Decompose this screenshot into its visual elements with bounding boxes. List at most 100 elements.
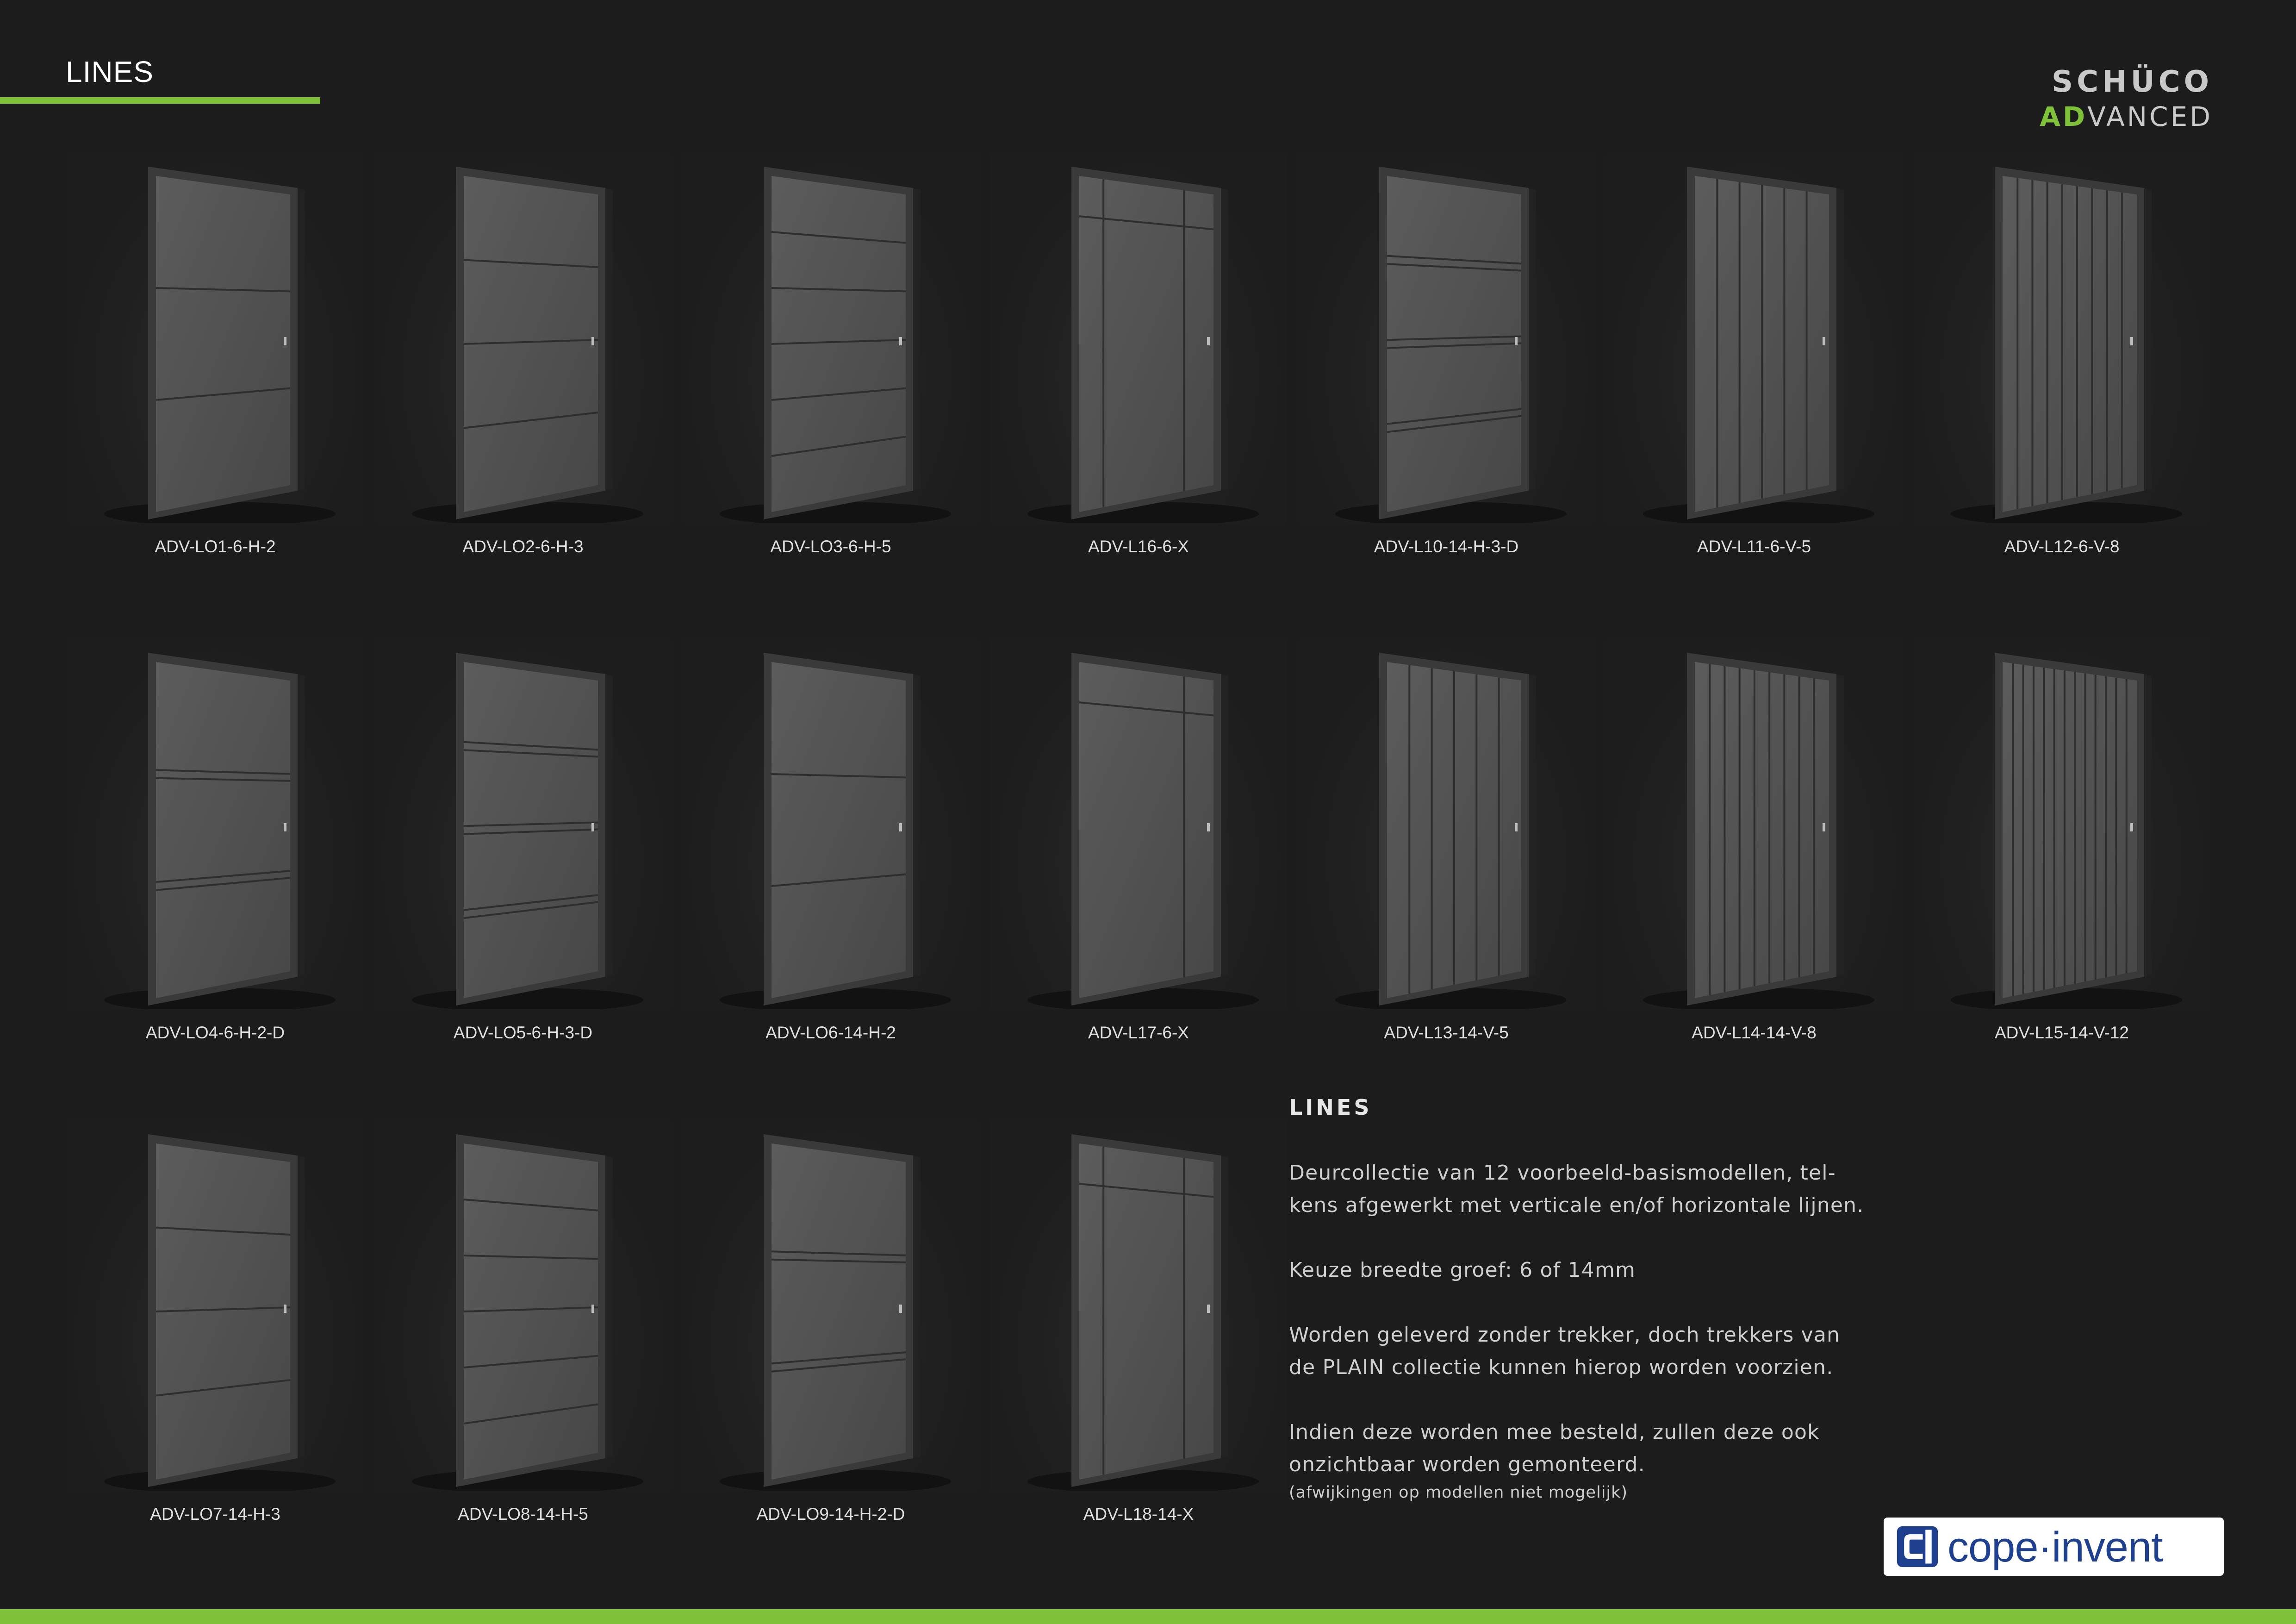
door-illustration xyxy=(1335,653,1567,1009)
door-image xyxy=(990,153,1287,523)
door-frame-side xyxy=(913,674,921,977)
door-handle-icon xyxy=(899,337,902,345)
cope-invent-logo: cope·invent xyxy=(1884,1518,2224,1576)
door-model-label: ADV-LO3-6-H-5 xyxy=(770,537,891,556)
door-illustration xyxy=(720,653,951,1009)
door-illustration xyxy=(104,167,336,523)
brand-subname: ADVANCED xyxy=(2040,101,2213,132)
door-image xyxy=(683,153,979,523)
door-model-card: ADV-LO7-14-H-3 xyxy=(67,1120,363,1551)
door-handle-icon xyxy=(2130,823,2133,831)
door-handle-icon xyxy=(284,337,286,345)
door-model-card: ADV-LO1-6-H-2 xyxy=(67,153,363,583)
door-handle-icon xyxy=(1823,337,1825,345)
door-model-card: ADV-LO8-14-H-5 xyxy=(375,1120,671,1551)
door-model-card: ADV-L10-14-H-3-D xyxy=(1298,153,1594,583)
info-line: Worden geleverd zonder trekker, doch tre… xyxy=(1289,1323,1841,1347)
door-illustration xyxy=(412,1134,643,1491)
door-model-label: ADV-L15-14-V-12 xyxy=(1994,1023,2129,1042)
door-frame-side xyxy=(298,674,305,977)
door-model-label: ADV-L10-14-H-3-D xyxy=(1374,537,1519,556)
door-model-card: ADV-L14-14-V-8 xyxy=(1606,639,1902,1069)
door-handle-icon xyxy=(1207,823,1210,831)
door-model-label: ADV-L14-14-V-8 xyxy=(1692,1023,1817,1042)
door-frame-side xyxy=(605,674,613,977)
door-image xyxy=(1298,153,1594,523)
door-model-label: ADV-LO2-6-H-3 xyxy=(462,537,584,556)
info-title: LINES xyxy=(1289,1095,1372,1120)
door-model-card: ADV-L18-14-X xyxy=(990,1120,1287,1551)
cope-invent-mark-icon xyxy=(1897,1526,1938,1568)
door-frame-side xyxy=(1529,674,1536,977)
door-handle-icon xyxy=(1207,1305,1210,1313)
info-line: onzichtbaar worden gemonteerd. xyxy=(1289,1453,1645,1476)
door-image xyxy=(67,1120,363,1491)
cope-invent-wordmark: cope·invent xyxy=(1948,1524,2163,1571)
door-image xyxy=(683,1120,979,1491)
door-model-card: ADV-LO5-6-H-3-D xyxy=(375,639,671,1069)
door-image xyxy=(375,153,671,523)
door-illustration xyxy=(412,653,643,1009)
info-paragraph-description: Deurcollectie van 12 voorbeeld-basismode… xyxy=(1289,1157,1904,1222)
door-handle-icon xyxy=(591,337,594,345)
door-frame-side xyxy=(1529,188,1536,491)
door-model-label: ADV-L18-14-X xyxy=(1083,1505,1194,1524)
info-paragraph-handles: Worden geleverd zonder trekker, doch tre… xyxy=(1289,1319,1904,1384)
door-handle-icon xyxy=(1823,823,1825,831)
door-leaf xyxy=(156,176,290,512)
door-model-label: ADV-L12-6-V-8 xyxy=(2004,537,2120,556)
door-model-card: ADV-LO9-14-H-2-D xyxy=(683,1120,979,1551)
info-line: de PLAIN collectie kunnen hierop worden … xyxy=(1289,1355,1834,1379)
door-illustration xyxy=(720,1134,951,1491)
brand-name: SCHÜCO xyxy=(2052,65,2213,99)
door-model-label: ADV-L17-6-X xyxy=(1088,1023,1189,1042)
door-image xyxy=(67,639,363,1009)
door-handle-icon xyxy=(284,823,286,831)
door-model-label: ADV-LO5-6-H-3-D xyxy=(453,1023,593,1042)
info-paragraph-mounting: Indien deze worden mee besteld, zullen d… xyxy=(1289,1416,1904,1481)
info-paragraph-groove-width: Keuze breedte groef: 6 of 14mm xyxy=(1289,1254,1904,1287)
door-frame-side xyxy=(913,188,921,491)
header-accent-bar xyxy=(0,97,320,104)
door-frame-side xyxy=(2144,674,2152,977)
door-frame-side xyxy=(605,1156,613,1458)
door-illustration xyxy=(1643,167,1874,523)
door-frame-side xyxy=(298,188,305,491)
door-leaf xyxy=(1079,176,1213,512)
door-leaf xyxy=(1695,662,1829,998)
door-handle-icon xyxy=(2130,337,2133,345)
door-handle-icon xyxy=(899,1305,902,1313)
collection-info: LINES Deurcollectie van 12 voorbeeld-bas… xyxy=(1289,1095,1904,1504)
door-model-card: ADV-LO2-6-H-3 xyxy=(375,153,671,583)
door-model-label: ADV-L13-14-V-5 xyxy=(1384,1023,1509,1042)
door-image xyxy=(990,639,1287,1009)
door-handle-icon xyxy=(899,823,902,831)
door-frame-side xyxy=(1836,674,1844,977)
door-frame-side xyxy=(2144,188,2152,491)
door-frame-side xyxy=(913,1156,921,1458)
door-model-card: ADV-LO4-6-H-2-D xyxy=(67,639,363,1069)
info-line: Deurcollectie van 12 voorbeeld-basismode… xyxy=(1289,1161,1836,1185)
door-illustration xyxy=(104,1134,336,1491)
info-line: Indien deze worden mee besteld, zullen d… xyxy=(1289,1420,1820,1444)
door-frame-side xyxy=(1221,1156,1228,1458)
brand-accent-text: AD xyxy=(2040,101,2088,132)
door-image xyxy=(990,1120,1287,1491)
info-line: kens afgewerkt met verticale en/of horiz… xyxy=(1289,1193,1864,1217)
door-illustration xyxy=(1027,1134,1259,1491)
door-leaf xyxy=(1079,1143,1213,1480)
door-handle-icon xyxy=(1207,337,1210,345)
door-model-label: ADV-LO1-6-H-2 xyxy=(155,537,276,556)
door-leaf xyxy=(772,662,906,998)
door-image xyxy=(67,153,363,523)
door-illustration xyxy=(1951,167,2182,523)
door-image xyxy=(1606,153,1902,523)
footer-accent-bar xyxy=(0,1609,2296,1624)
door-handle-icon xyxy=(591,1305,594,1313)
door-illustration xyxy=(720,167,951,523)
page-title: LINES xyxy=(66,55,154,88)
door-model-card: ADV-L11-6-V-5 xyxy=(1606,153,1902,583)
door-model-label: ADV-L16-6-X xyxy=(1088,537,1189,556)
door-image xyxy=(1298,639,1594,1009)
door-frame-side xyxy=(298,1156,305,1458)
